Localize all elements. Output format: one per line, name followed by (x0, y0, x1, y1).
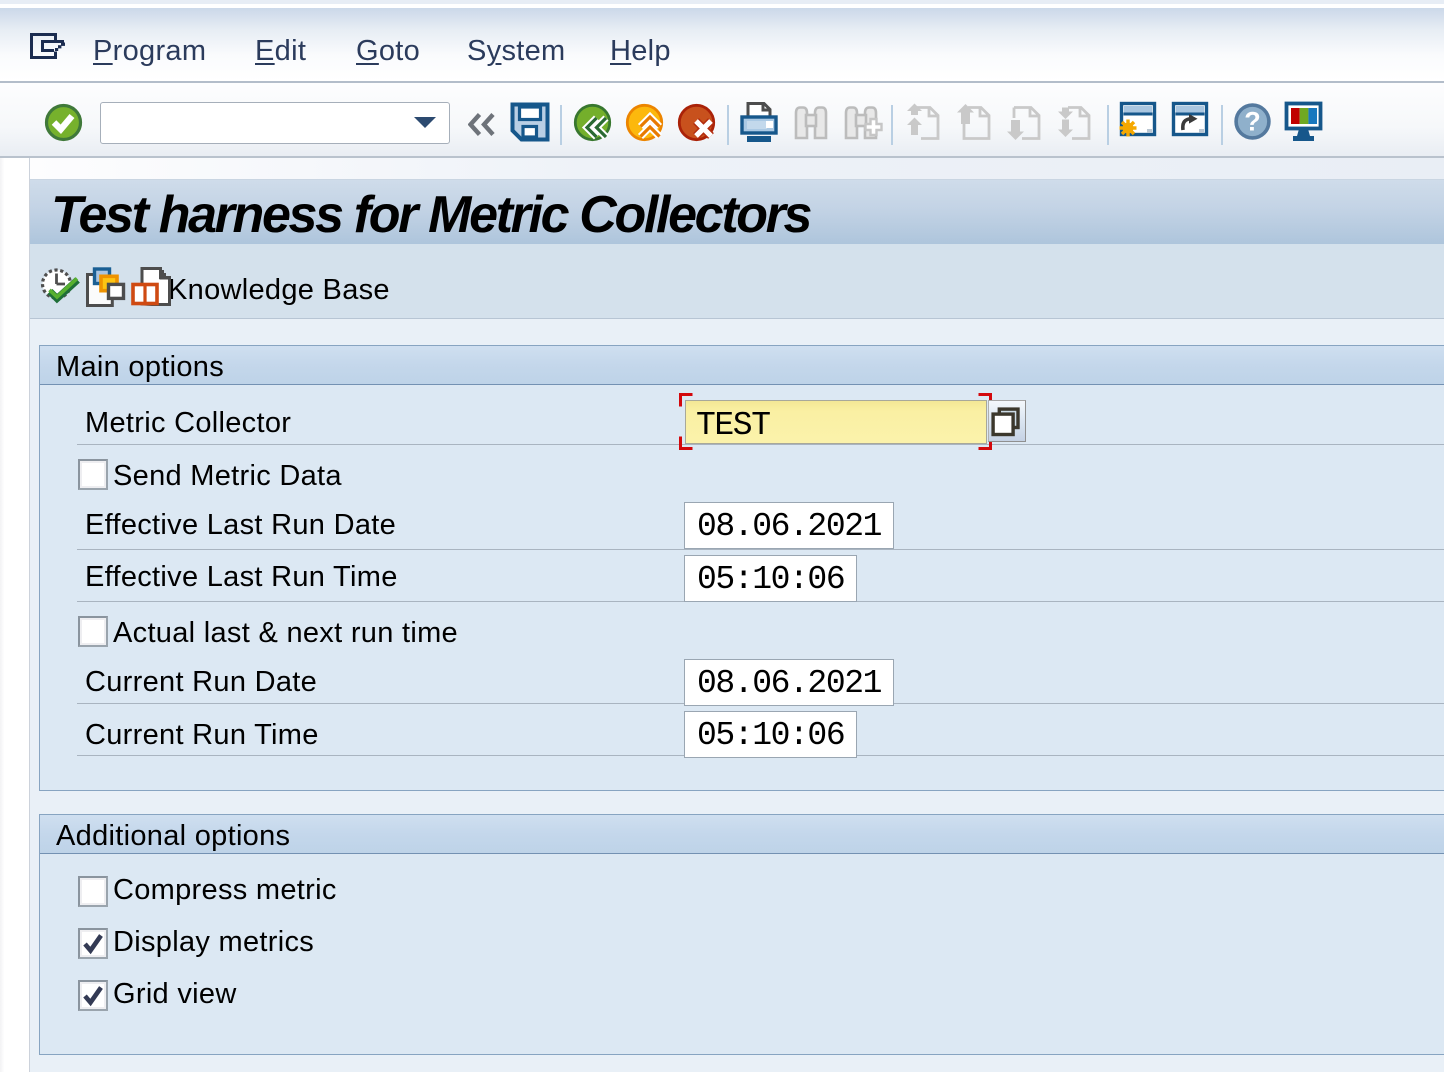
svg-text:?: ? (1244, 107, 1261, 137)
